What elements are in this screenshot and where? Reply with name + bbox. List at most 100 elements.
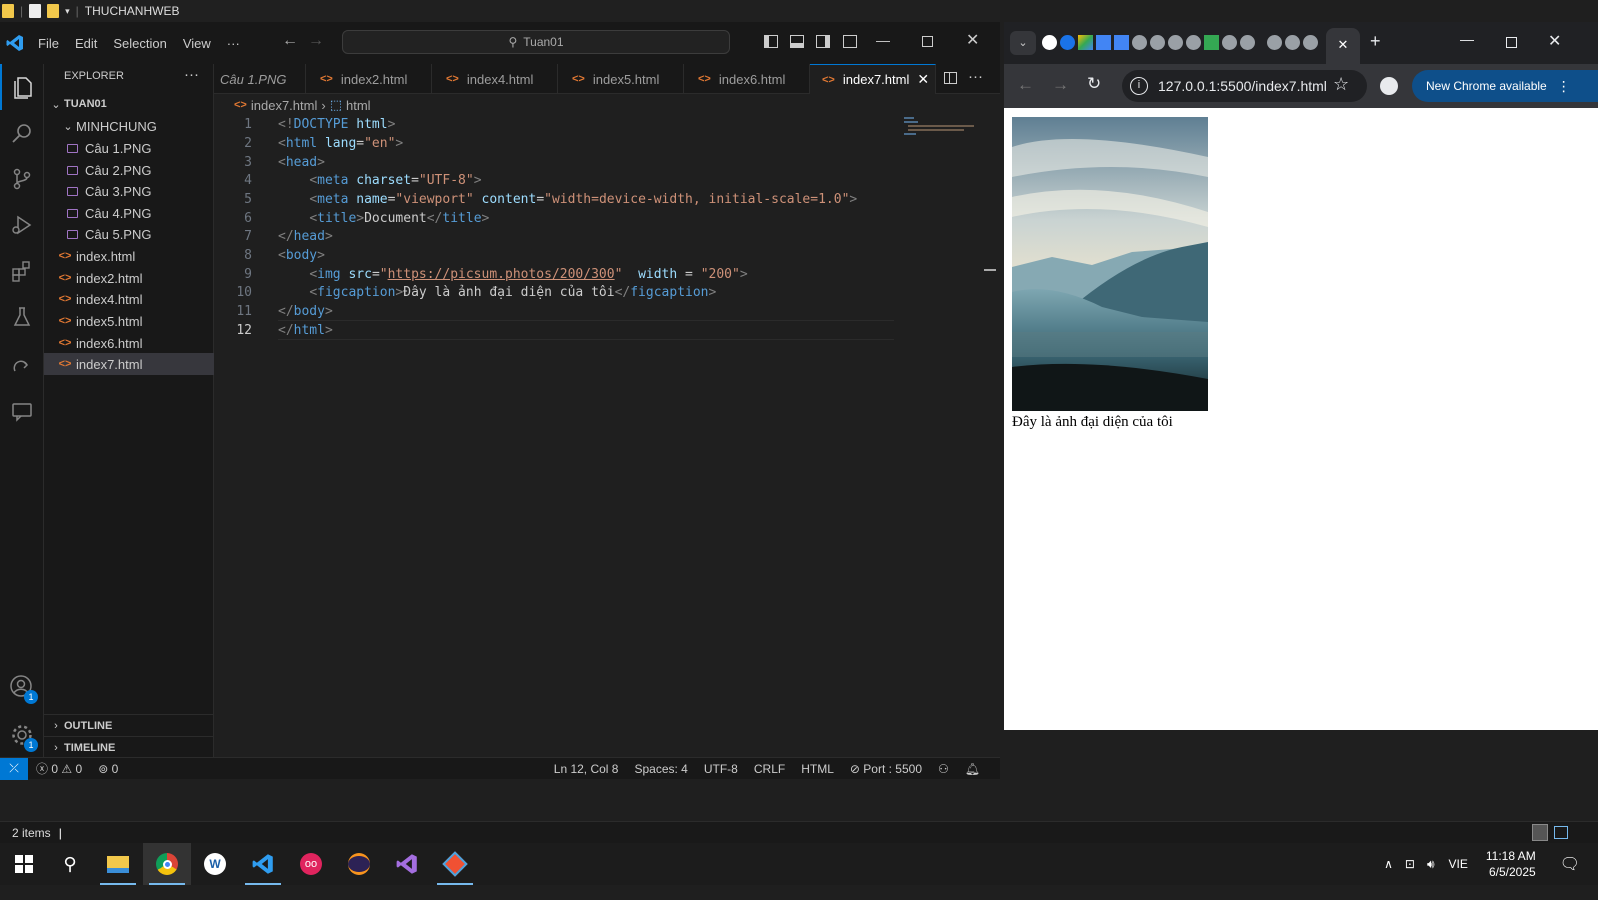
globe-icon[interactable]: [1240, 35, 1255, 50]
docs-icon[interactable]: [1096, 35, 1111, 50]
chat-icon[interactable]: [0, 388, 44, 434]
run-debug-icon[interactable]: [0, 202, 44, 248]
globe-icon[interactable]: [1285, 35, 1300, 50]
extensions-icon[interactable]: [0, 248, 44, 294]
quick-access-dropdown-icon[interactable]: ▾: [65, 6, 70, 17]
settings-gear-icon[interactable]: 1: [0, 712, 44, 758]
new-tab-plus-icon[interactable]: +: [1370, 31, 1381, 52]
tab-cau1[interactable]: Câu 1.PNG: [214, 64, 306, 94]
menu-selection[interactable]: Selection: [105, 36, 174, 51]
menu-more[interactable]: ···: [219, 36, 248, 51]
drive-icon[interactable]: [1078, 35, 1093, 50]
minimap[interactable]: [902, 115, 978, 139]
new-folder-icon[interactable]: [47, 4, 60, 18]
search-icon[interactable]: [0, 110, 44, 156]
git-icon[interactable]: [431, 843, 479, 885]
kebab-menu-icon[interactable]: ⋮: [1557, 78, 1571, 95]
close-tab-icon[interactable]: ✕: [917, 71, 929, 88]
workspace-root[interactable]: ⌄ TUAN01: [44, 93, 214, 115]
search-icon[interactable]: ⚲: [46, 843, 94, 885]
word-icon[interactable]: W: [191, 843, 239, 885]
bookmark-star-icon[interactable]: ☆: [1333, 74, 1349, 95]
split-editor-icon[interactable]: [944, 72, 957, 84]
docs-icon[interactable]: [1114, 35, 1129, 50]
file-item-index2[interactable]: <> index2.html: [44, 267, 214, 289]
live-server-port[interactable]: ⊘ Port : 5500: [842, 762, 930, 776]
command-center[interactable]: ⚲ Tuan01: [342, 30, 730, 54]
outline-section[interactable]: › OUTLINE: [44, 714, 214, 736]
more-actions-icon[interactable]: ···: [184, 66, 199, 83]
close-icon[interactable]: ✕: [966, 30, 979, 50]
reload-icon[interactable]: ↻: [1087, 74, 1101, 94]
volume-icon[interactable]: 🔊︎: [1421, 857, 1441, 872]
maximize-icon[interactable]: [1506, 37, 1517, 48]
language-mode[interactable]: HTML: [793, 762, 842, 776]
github-icon[interactable]: [1042, 35, 1057, 50]
tab-index6[interactable]: <> index6.html: [684, 64, 810, 94]
remote-indicator-icon[interactable]: ⤫: [0, 757, 28, 780]
windows-start-icon[interactable]: [0, 843, 48, 885]
file-item-cau1[interactable]: Câu 1.PNG: [44, 137, 214, 159]
tab-index4[interactable]: <> index4.html: [432, 64, 558, 94]
site-info-icon[interactable]: i: [1130, 77, 1148, 95]
active-tab-close-icon[interactable]: ✕: [1326, 28, 1360, 64]
large-icons-view-icon[interactable]: [1554, 826, 1568, 839]
tab-index5[interactable]: <> index5.html: [558, 64, 684, 94]
globe-icon[interactable]: [1168, 35, 1183, 50]
file-item-index6[interactable]: <> index6.html: [44, 332, 214, 354]
source-control-icon[interactable]: [0, 156, 44, 202]
toggle-secondary-sidebar-icon[interactable]: [816, 35, 830, 48]
globe-icon[interactable]: [1132, 35, 1147, 50]
address-bar[interactable]: i 127.0.0.1:5500/index7.html: [1122, 70, 1367, 102]
tab-search-chevron-icon[interactable]: ⌄: [1010, 31, 1036, 55]
tab-index7[interactable]: <> index7.html ✕: [810, 64, 936, 94]
profile-avatar[interactable]: [1380, 77, 1398, 95]
minimize-icon[interactable]: —: [1460, 31, 1474, 47]
encoding[interactable]: UTF-8: [696, 762, 746, 776]
eclipse-icon[interactable]: [335, 843, 383, 885]
network-icon[interactable]: ⊡: [1399, 857, 1421, 871]
problems-indicator[interactable]: ⓧ 0 ⚠ 0: [28, 760, 90, 777]
maximize-icon[interactable]: [922, 36, 933, 47]
file-item-index4[interactable]: <> index4.html: [44, 288, 214, 310]
menu-file[interactable]: File: [30, 36, 67, 51]
toggle-panel-icon[interactable]: [790, 35, 804, 48]
end-of-line[interactable]: CRLF: [746, 762, 793, 776]
code-editor[interactable]: 1 2 3 4 5 6 7 8 9 10 11 12 <!DOCTYPE htm…: [214, 115, 1000, 757]
ports-indicator[interactable]: ⊚ 0: [90, 762, 126, 776]
breadcrumb-symbol[interactable]: html: [346, 98, 371, 113]
file-item-index5[interactable]: <> index5.html: [44, 310, 214, 332]
vscode-taskbar-icon[interactable]: [239, 843, 287, 885]
details-view-icon[interactable]: [1532, 824, 1548, 841]
properties-icon[interactable]: [29, 4, 42, 18]
editor-more-icon[interactable]: ···: [968, 68, 983, 85]
remote-explorer-icon[interactable]: [0, 342, 44, 388]
menu-view[interactable]: View: [175, 36, 219, 51]
minimize-icon[interactable]: —: [876, 32, 890, 48]
customize-layout-icon[interactable]: [843, 35, 857, 48]
file-item-cau3[interactable]: Câu 3.PNG: [44, 180, 214, 202]
cursor-position[interactable]: Ln 12, Col 8: [546, 762, 627, 776]
file-item-cau2[interactable]: Câu 2.PNG: [44, 159, 214, 181]
globe-icon[interactable]: [1186, 35, 1201, 50]
menu-edit[interactable]: Edit: [67, 36, 105, 51]
file-item-index[interactable]: <> index.html: [44, 245, 214, 267]
show-hidden-icons-chevron-icon[interactable]: ∧: [1378, 857, 1399, 871]
explorer-icon[interactable]: [0, 64, 44, 110]
accounts-icon[interactable]: 1: [0, 664, 44, 710]
toggle-sidebar-icon[interactable]: [764, 35, 778, 48]
visual-studio-icon[interactable]: [383, 843, 431, 885]
action-center-icon[interactable]: 🗨︎: [1546, 854, 1598, 874]
forward-arrow-icon[interactable]: →: [308, 32, 324, 50]
app-red-icon[interactable]: oo: [287, 843, 335, 885]
copilot-icon[interactable]: ⚇: [930, 762, 957, 776]
back-arrow-icon[interactable]: ←: [1017, 75, 1034, 95]
globe-icon[interactable]: [1303, 35, 1318, 50]
breadcrumb-file[interactable]: index7.html: [251, 98, 317, 113]
url-text[interactable]: 127.0.0.1:5500/index7.html: [1158, 78, 1327, 94]
update-chrome-button[interactable]: New Chrome available ⋮: [1412, 70, 1598, 102]
file-item-cau5[interactable]: Câu 5.PNG: [44, 223, 214, 245]
chrome-icon[interactable]: [143, 843, 191, 885]
globe-icon[interactable]: [1150, 35, 1165, 50]
px-icon[interactable]: [1204, 35, 1219, 50]
